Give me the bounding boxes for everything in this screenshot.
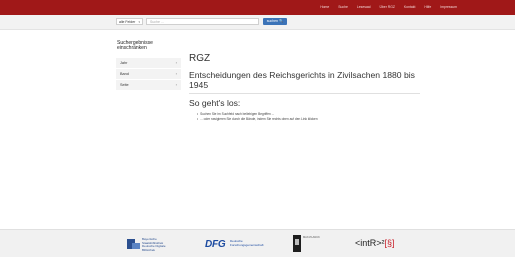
bsb-mark-icon [127,239,140,249]
intr2-logo-text: <intR>²[§] [355,238,395,248]
brand-title: RGZ [189,53,211,64]
nav-contact[interactable]: Kontakt [404,5,416,10]
facet-label: Band [120,72,129,76]
search-button[interactable]: suchen 🔍 [263,18,287,25]
chevron-right-icon: › [175,60,177,65]
intr2-logo[interactable]: <intR>²[§] [355,238,395,248]
nav-help[interactable]: Hilfe [424,5,431,10]
chevron-right-icon: › [175,71,177,76]
search-field-select[interactable]: alle Felder ▾ [116,18,143,25]
chevron-right-icon: › [175,82,177,87]
max-planck-icon [293,235,301,252]
facet-year[interactable]: Jahr › [116,58,181,69]
dfg-logo-mark: DFG [205,239,226,250]
search-field-select-value: alle Felder [119,20,136,24]
facet-volume[interactable]: Band › [116,69,181,80]
dfg-logo-text: Deutsche Forschungsgemeinschaft [230,239,264,247]
bsb-logo[interactable]: Bayerische Staatsbibliothek Deutsche Dig… [127,236,179,252]
max-planck-logo[interactable]: MAX-PLANCK [293,235,333,253]
chevron-down-icon: ▾ [138,20,140,24]
bsb-logo-text: Bayerische Staatsbibliothek Deutsche Dig… [142,237,166,252]
dfg-logo[interactable]: DFG Deutsche Forschungsgemeinschaft [205,239,275,251]
nav-imprint[interactable]: Impressum [440,5,457,10]
max-planck-logo-text: MAX-PLANCK [303,236,320,239]
nav-about[interactable]: Über RGZ [379,5,394,10]
intro-list: Suchen Sie im Suchfeld nach beliebigen B… [197,112,317,122]
facet-label: Seite [120,83,129,87]
page-title: Entscheidungen des Reichsgerichts in Ziv… [189,70,415,90]
nav-reading-room[interactable]: Lesesaal [357,5,371,10]
sidebar-title: Suchergebnisse einschränken [117,40,153,52]
nav-search[interactable]: Suche [338,5,348,10]
search-input[interactable]: Suche ... [146,18,259,25]
section-title: So geht's los: [189,98,241,108]
search-bar: alle Felder ▾ Suche ... suchen 🔍 [0,15,515,30]
facet-list: Jahr › Band › Seite › [116,58,181,91]
divider [189,93,420,94]
intr2-logo-section: [§] [384,238,395,248]
top-nav: Home Suche Lesesaal Über RGZ Kontakt Hil… [320,5,457,10]
footer: Bayerische Staatsbibliothek Deutsche Dig… [0,229,515,257]
nav-home[interactable]: Home [320,5,329,10]
facet-page[interactable]: Seite › [116,80,181,91]
list-item: ... oder navigieren Sie durch die Bände,… [197,117,317,122]
facet-label: Jahr [120,61,128,65]
top-bar: Home Suche Lesesaal Über RGZ Kontakt Hil… [0,0,515,15]
